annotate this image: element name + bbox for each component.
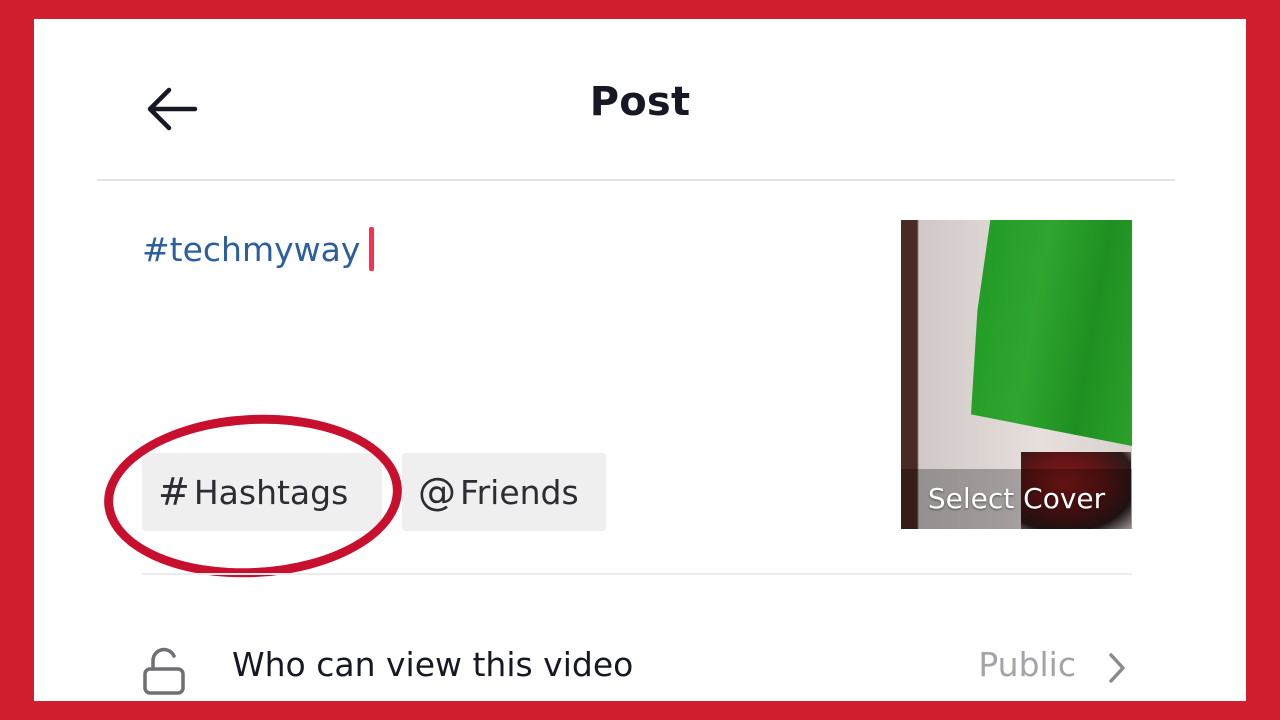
privacy-value: Public xyxy=(978,645,1076,684)
header-divider xyxy=(97,179,1175,181)
caption-input[interactable]: #techmyway xyxy=(142,227,375,271)
at-icon: @ xyxy=(418,470,456,514)
page-title: Post xyxy=(589,79,691,125)
who-can-view-label: Who can view this video xyxy=(232,645,634,684)
text-cursor xyxy=(369,227,375,271)
hashtag-icon: # xyxy=(158,470,190,514)
caption-text: #techmyway xyxy=(142,229,361,269)
app-screen: Post #techmyway # Hashtags @ Friends Sel… xyxy=(34,19,1246,701)
cover-thumbnail-green-screen xyxy=(971,220,1132,446)
select-cover-button[interactable]: Select Cover xyxy=(901,220,1132,529)
hashtags-label: Hashtags xyxy=(193,472,349,512)
select-cover-label: Select Cover xyxy=(927,482,1106,515)
who-can-view-row[interactable]: Who can view this video Public xyxy=(142,631,1132,701)
lock-open-icon xyxy=(143,647,185,695)
chevron-right-icon xyxy=(1109,653,1125,683)
friends-button[interactable]: @ Friends xyxy=(402,453,606,531)
section-divider xyxy=(142,573,1132,575)
hashtags-button[interactable]: # Hashtags xyxy=(142,453,382,531)
friends-label: Friends xyxy=(460,472,579,512)
